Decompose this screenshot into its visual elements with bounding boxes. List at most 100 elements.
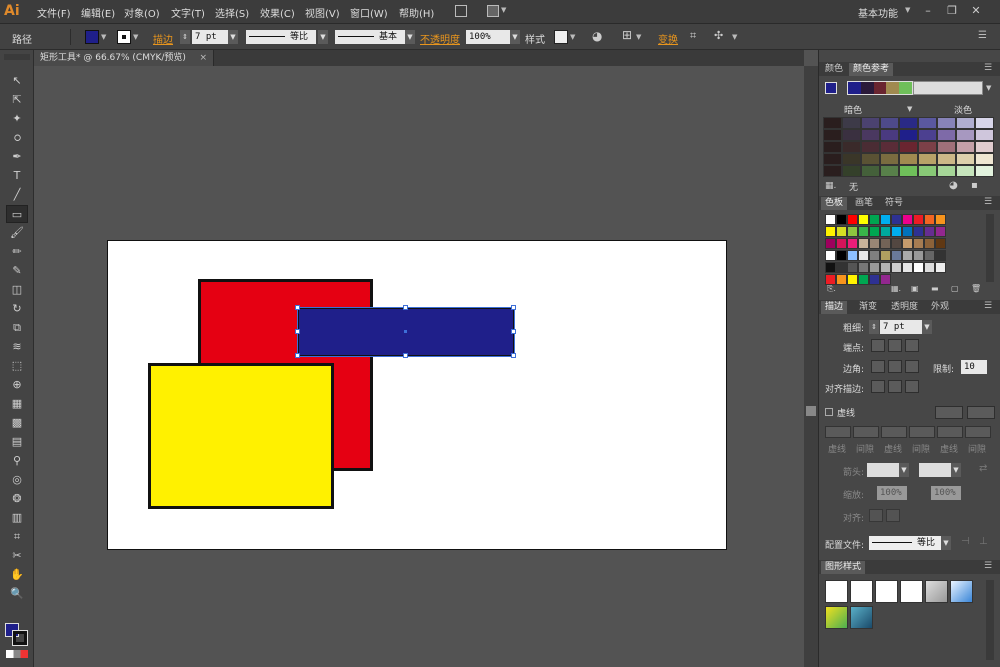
swatch[interactable] (836, 226, 847, 237)
color-guide-swatch[interactable] (899, 165, 918, 177)
swatch[interactable] (913, 214, 924, 225)
menu-select[interactable]: 选择(S) (215, 5, 249, 20)
swatch[interactable] (880, 226, 891, 237)
swatch[interactable] (858, 238, 869, 249)
color-mode-icon[interactable] (6, 650, 28, 658)
color-guide-swatch[interactable] (861, 141, 880, 153)
chevron-down-icon[interactable]: ▼ (899, 463, 909, 477)
color-guide-swatch[interactable] (861, 129, 880, 141)
align-outside-button[interactable] (905, 380, 919, 393)
tab-brushes[interactable]: 画笔 (851, 197, 877, 210)
swatch[interactable] (847, 274, 858, 285)
graphic-styles-scrollbar[interactable] (986, 580, 994, 660)
align-center-button[interactable] (871, 380, 885, 393)
menu-type[interactable]: 文字(T) (171, 5, 205, 20)
canvas-area[interactable] (34, 66, 804, 667)
swatch[interactable] (880, 238, 891, 249)
color-guide-swatch[interactable] (880, 129, 899, 141)
color-guide-swatch[interactable] (842, 117, 861, 129)
options-icon[interactable]: ✣ (714, 29, 723, 42)
menu-window[interactable]: 窗口(W) (350, 5, 388, 20)
tab-gradient[interactable]: 渐变 (855, 301, 881, 314)
menu-object[interactable]: 对象(O) (124, 5, 160, 20)
handle-top-left[interactable] (295, 305, 300, 310)
swatch[interactable] (902, 238, 913, 249)
gradient-tool-icon[interactable]: ▤ (6, 433, 28, 451)
round-join-button[interactable] (888, 360, 902, 373)
graphic-style-swatch[interactable] (850, 606, 873, 629)
swatch[interactable] (869, 238, 880, 249)
projecting-cap-button[interactable] (905, 339, 919, 352)
artboard[interactable] (107, 240, 727, 550)
swatches-scrollbar[interactable] (986, 214, 994, 282)
color-guide-swatch[interactable] (937, 153, 956, 165)
color-guide-swatch[interactable] (918, 129, 937, 141)
swatch[interactable] (847, 262, 858, 273)
dash-gap-input[interactable] (909, 426, 935, 438)
chevron-down-icon[interactable]: ▼ (133, 33, 138, 41)
panel-menu-icon[interactable]: ☰ (984, 63, 992, 73)
swatch[interactable] (858, 226, 869, 237)
color-guide-swatch[interactable] (975, 165, 994, 177)
arrow-tip-place-button[interactable] (886, 509, 900, 522)
start-arrow-select[interactable] (867, 463, 899, 477)
swatch[interactable] (924, 250, 935, 261)
butt-cap-button[interactable] (871, 339, 885, 352)
new-swatch-icon[interactable]: ▢ (951, 284, 959, 293)
harmony-rule-strip[interactable] (847, 81, 913, 95)
swatch[interactable] (869, 214, 880, 225)
eyedropper-tool-icon[interactable]: ⚲ (6, 452, 28, 470)
color-guide-swatch[interactable] (918, 153, 937, 165)
stroke-swatch-icon[interactable] (12, 630, 28, 646)
color-guide-swatch[interactable] (880, 165, 899, 177)
yellow-rectangle[interactable] (148, 363, 334, 509)
swatch[interactable] (869, 226, 880, 237)
chevron-down-icon[interactable]: ▼ (986, 84, 991, 92)
color-guide-swatch[interactable] (842, 129, 861, 141)
flip-across-icon[interactable]: ⊥ (979, 536, 988, 547)
selection-tool-icon[interactable]: ↖ (6, 72, 28, 90)
menu-file[interactable]: 文件(F) (37, 5, 71, 20)
swatch[interactable] (836, 238, 847, 249)
color-guide-swatch[interactable] (975, 153, 994, 165)
round-cap-button[interactable] (888, 339, 902, 352)
handle-bottom-right[interactable] (511, 353, 516, 358)
tab-graphic-styles[interactable]: 图形样式 (821, 561, 866, 574)
handle-top-right[interactable] (511, 305, 516, 310)
color-guide-swatch[interactable] (956, 141, 975, 153)
swatch-library-icon[interactable]: ▦. (825, 181, 836, 191)
variable-width-profile[interactable]: 等比 (246, 30, 316, 44)
dashed-line-checkbox[interactable] (825, 408, 833, 416)
handle-bottom[interactable] (403, 353, 408, 358)
mesh-tool-icon[interactable]: ▩ (6, 414, 28, 432)
show-kinds-icon[interactable]: ▦. (891, 284, 901, 293)
swatch[interactable] (847, 238, 858, 249)
color-guide-swatch[interactable] (937, 129, 956, 141)
end-scale-input[interactable]: 100% (931, 486, 961, 500)
dash-gap-input[interactable] (965, 426, 991, 438)
column-graph-tool-icon[interactable]: ▥ (6, 509, 28, 527)
stroke-color-swatch[interactable] (117, 30, 131, 44)
end-arrow-select[interactable] (919, 463, 951, 477)
chevron-down-icon[interactable]: ▼ (922, 320, 932, 334)
swatch[interactable] (935, 226, 946, 237)
swatch[interactable] (924, 226, 935, 237)
blob-brush-tool-icon[interactable]: ✎ (6, 262, 28, 280)
chevron-down-icon[interactable]: ▼ (905, 6, 910, 14)
swatch-options-icon[interactable]: ▣ (911, 284, 919, 293)
swatch-libraries-menu-icon[interactable]: ⎘. (827, 284, 836, 294)
document-tab[interactable]: 矩形工具* @ 66.67% (CMYK/预览) × (34, 50, 214, 66)
swatch[interactable] (935, 262, 946, 273)
color-guide-swatch[interactable] (937, 117, 956, 129)
handle-right[interactable] (511, 329, 516, 334)
menu-effect[interactable]: 效果(C) (260, 5, 295, 20)
swatch[interactable] (902, 250, 913, 261)
panel-menu-icon[interactable]: ☰ (984, 197, 992, 207)
align-icon[interactable]: ⊞ (622, 28, 632, 42)
start-scale-input[interactable]: 100% (877, 486, 907, 500)
handle-left[interactable] (295, 329, 300, 334)
swatch[interactable] (902, 226, 913, 237)
swatch[interactable] (847, 226, 858, 237)
graphic-style-swatch[interactable] (850, 580, 873, 603)
swatch[interactable] (869, 274, 880, 285)
